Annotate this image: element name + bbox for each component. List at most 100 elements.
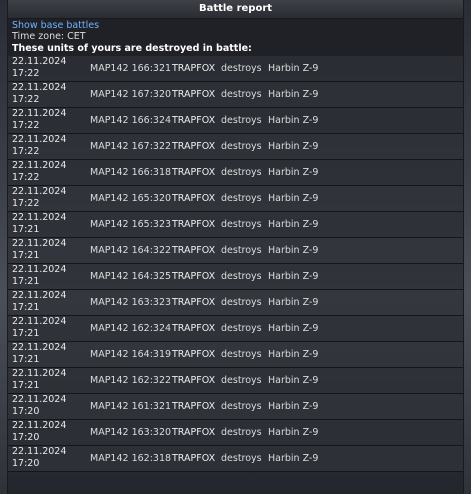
battle-details: MAP142 162:322TRAPFOX destroys Harbin Z-9 [90, 375, 318, 387]
battle-time: 17:21 [12, 380, 40, 391]
battle-coordinates[interactable]: MAP142 164:319 [90, 349, 172, 361]
battle-datetime: 22.11.2024 17:21 [12, 264, 82, 288]
action-verb: destroys [221, 349, 262, 360]
battle-details: MAP142 167:322TRAPFOX destroys Harbin Z-9 [90, 141, 318, 153]
battle-datetime: 22.11.2024 17:20 [12, 446, 82, 470]
battle-coordinates[interactable]: MAP142 162:324 [90, 323, 172, 335]
action-verb: destroys [221, 297, 262, 308]
battle-date: 22.11.2024 [12, 134, 67, 145]
battle-time: 17:21 [12, 250, 40, 261]
enemy-player[interactable]: TRAPFOX [172, 375, 221, 387]
timezone-label: Time zone: CET [12, 31, 86, 42]
battle-time: 17:20 [12, 458, 40, 469]
battle-time: 17:22 [12, 198, 40, 209]
battle-details: MAP142 165:323TRAPFOX destroys Harbin Z-9 [90, 219, 318, 231]
battle-row: 22.11.2024 17:22 MAP142 167:322TRAPFOX dest… [8, 134, 463, 160]
destroyed-unit: Harbin Z-9 [268, 349, 319, 360]
battle-time: 17:22 [12, 94, 40, 105]
battle-coordinates[interactable]: MAP142 166:321 [90, 63, 172, 75]
action-verb: destroys [221, 375, 262, 386]
destroyed-unit: Harbin Z-9 [268, 375, 319, 386]
action-verb: destroys [221, 427, 262, 438]
battle-details: MAP142 164:322TRAPFOX destroys Harbin Z-9 [90, 245, 318, 257]
battle-datetime: 22.11.2024 17:21 [12, 316, 82, 340]
battle-details: MAP142 167:320TRAPFOX destroys Harbin Z-9 [90, 89, 318, 101]
battle-details: MAP142 161:321TRAPFOX destroys Harbin Z-9 [90, 401, 318, 413]
battle-time: 17:22 [12, 172, 40, 183]
battle-datetime: 22.11.2024 17:21 [12, 290, 82, 314]
enemy-player[interactable]: TRAPFOX [172, 349, 221, 361]
battle-coordinates[interactable]: MAP142 163:320 [90, 427, 172, 439]
battle-row: 22.11.2024 17:21 MAP142 162:324TRAPFOX dest… [8, 316, 463, 342]
battle-coordinates[interactable]: MAP142 167:320 [90, 89, 172, 101]
battle-date: 22.11.2024 [12, 56, 67, 67]
battle-details: MAP142 166:324TRAPFOX destroys Harbin Z-9 [90, 115, 318, 127]
battle-details: MAP142 164:325TRAPFOX destroys Harbin Z-9 [90, 271, 318, 283]
enemy-player[interactable]: TRAPFOX [172, 323, 221, 335]
action-verb: destroys [221, 401, 262, 412]
battle-coordinates[interactable]: MAP142 162:322 [90, 375, 172, 387]
battle-datetime: 22.11.2024 17:21 [12, 212, 82, 236]
battle-row: 22.11.2024 17:21 MAP142 162:322TRAPFOX dest… [8, 368, 463, 394]
enemy-player[interactable]: TRAPFOX [172, 427, 221, 439]
action-verb: destroys [221, 89, 262, 100]
battle-coordinates[interactable]: MAP142 161:321 [90, 401, 172, 413]
battle-coordinates[interactable]: MAP142 164:322 [90, 245, 172, 257]
enemy-player[interactable]: TRAPFOX [172, 141, 221, 153]
enemy-player[interactable]: TRAPFOX [172, 115, 221, 127]
destroyed-unit: Harbin Z-9 [268, 141, 319, 152]
destroyed-units-heading: These units of yours are destroyed in ba… [12, 43, 252, 54]
battle-time: 17:21 [12, 328, 40, 339]
battle-row: 22.11.2024 17:22 MAP142 166:324TRAPFOX dest… [8, 108, 463, 134]
action-verb: destroys [221, 63, 262, 74]
battle-datetime: 22.11.2024 17:21 [12, 238, 82, 262]
enemy-player[interactable]: TRAPFOX [172, 167, 221, 179]
battle-date: 22.11.2024 [12, 394, 67, 405]
battle-coordinates[interactable]: MAP142 167:322 [90, 141, 172, 153]
destroyed-unit: Harbin Z-9 [268, 453, 319, 464]
battle-details: MAP142 166:321TRAPFOX destroys Harbin Z-9 [90, 63, 318, 75]
action-verb: destroys [221, 167, 262, 178]
battle-datetime: 22.11.2024 17:22 [12, 134, 82, 158]
destroyed-unit: Harbin Z-9 [268, 323, 319, 334]
battle-details: MAP142 163:320TRAPFOX destroys Harbin Z-9 [90, 427, 318, 439]
battle-row: 22.11.2024 17:21 MAP142 165:323TRAPFOX dest… [8, 212, 463, 238]
action-verb: destroys [221, 453, 262, 464]
battle-row: 22.11.2024 17:21 MAP142 163:323TRAPFOX dest… [8, 290, 463, 316]
enemy-player[interactable]: TRAPFOX [172, 453, 221, 465]
battle-coordinates[interactable]: MAP142 164:325 [90, 271, 172, 283]
battle-row: 22.11.2024 17:22 MAP142 166:318TRAPFOX dest… [8, 160, 463, 186]
action-verb: destroys [221, 271, 262, 282]
destroyed-unit: Harbin Z-9 [268, 63, 319, 74]
battle-coordinates[interactable]: MAP142 163:323 [90, 297, 172, 309]
battle-row: 22.11.2024 17:20 MAP142 162:318TRAPFOX dest… [8, 446, 463, 472]
battle-datetime: 22.11.2024 17:22 [12, 56, 82, 80]
enemy-player[interactable]: TRAPFOX [172, 89, 221, 101]
enemy-player[interactable]: TRAPFOX [172, 245, 221, 257]
battle-date: 22.11.2024 [12, 212, 67, 223]
destroyed-unit: Harbin Z-9 [268, 245, 319, 256]
battle-row: 22.11.2024 17:21 MAP142 164:322TRAPFOX dest… [8, 238, 463, 264]
battle-datetime: 22.11.2024 17:20 [12, 420, 82, 444]
battle-coordinates[interactable]: MAP142 165:323 [90, 219, 172, 231]
enemy-player[interactable]: TRAPFOX [172, 401, 221, 413]
enemy-player[interactable]: TRAPFOX [172, 271, 221, 283]
show-base-battles-link[interactable]: Show base battles [12, 19, 459, 31]
enemy-player[interactable]: TRAPFOX [172, 219, 221, 231]
battle-row: 22.11.2024 17:21 MAP142 164:325TRAPFOX dest… [8, 264, 463, 290]
battle-time: 17:21 [12, 224, 40, 235]
battle-datetime: 22.11.2024 17:21 [12, 342, 82, 366]
battle-coordinates[interactable]: MAP142 165:320 [90, 193, 172, 205]
battle-coordinates[interactable]: MAP142 162:318 [90, 453, 172, 465]
battle-time: 17:21 [12, 354, 40, 365]
destroyed-unit: Harbin Z-9 [268, 297, 319, 308]
battle-date: 22.11.2024 [12, 316, 67, 327]
enemy-player[interactable]: TRAPFOX [172, 297, 221, 309]
battle-coordinates[interactable]: MAP142 166:318 [90, 167, 172, 179]
battle-time: 17:21 [12, 276, 40, 287]
destroyed-unit: Harbin Z-9 [268, 271, 319, 282]
battle-date: 22.11.2024 [12, 238, 67, 249]
enemy-player[interactable]: TRAPFOX [172, 193, 221, 205]
battle-coordinates[interactable]: MAP142 166:324 [90, 115, 172, 127]
enemy-player[interactable]: TRAPFOX [172, 63, 221, 75]
